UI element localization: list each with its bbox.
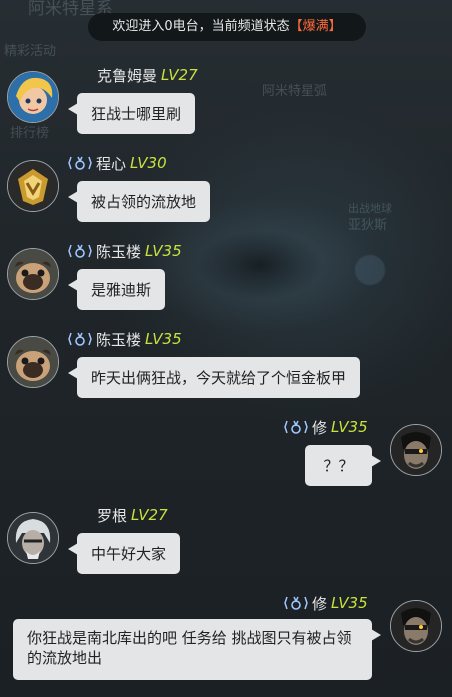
bg-label-adis: 亚狄斯 (348, 218, 388, 233)
sender-name-row: 陈玉楼 LV35 (68, 328, 182, 350)
sender-level: LV27 (131, 506, 168, 524)
chat-bubble[interactable]: 是雅迪斯 (67, 269, 166, 310)
channel-status-badge: 【爆满】 (289, 19, 342, 34)
sender-level: LV35 (331, 418, 368, 436)
dark-warrior-avatar[interactable] (390, 424, 442, 476)
sender-name[interactable]: 克鲁姆曼 (97, 65, 157, 86)
vip-badge-icon (68, 243, 92, 259)
white-hair-avatar[interactable] (7, 512, 59, 564)
sender-name[interactable]: 罗根 (97, 505, 127, 526)
chat-bubble[interactable]: 中午好大家 (67, 533, 181, 574)
sender-name-row: 修 LV35 (284, 592, 368, 614)
vip-badge-icon (284, 419, 308, 435)
sender-level: LV35 (331, 594, 368, 612)
bg-label-events: 精彩活动 (4, 44, 57, 59)
chat-bubble[interactable]: 被占领的流放地 (67, 181, 211, 222)
sender-level: LV35 (145, 242, 182, 260)
gold-crest-avatar[interactable] (7, 160, 59, 212)
chat-bubble[interactable]: 你狂战是南北库出的吧 任务给 挑战图只有被占领的流放地出 (13, 619, 381, 680)
sender-name[interactable]: 程心 (96, 153, 126, 174)
sender-name[interactable]: 修 (312, 593, 327, 614)
vip-badge-icon (68, 155, 92, 171)
sender-level: LV30 (130, 154, 167, 172)
channel-status-banner: 欢迎进入0电台，当前频道状态【爆满】 (88, 13, 366, 41)
sender-name-row: 程心 LV30 (68, 152, 167, 174)
sender-name-row: 陈玉楼 LV35 (68, 240, 182, 262)
pug-avatar[interactable] (7, 336, 59, 388)
blonde-hero-avatar[interactable] (7, 71, 59, 123)
bg-label-rank: 排行榜 (10, 126, 50, 141)
sender-name-row: 罗根 LV27 (97, 504, 168, 526)
chat-bubble[interactable]: ？？ (305, 445, 381, 486)
chat-bubble[interactable]: 昨天出俩狂战，今天就给了个恒金板甲 (67, 357, 361, 398)
sender-name[interactable]: 陈玉楼 (96, 329, 141, 350)
sender-name[interactable]: 修 (312, 417, 327, 438)
sender-level: LV27 (161, 66, 198, 84)
vip-badge-icon (284, 595, 308, 611)
bg-label-arc: 阿米特星弧 (262, 84, 328, 99)
dark-warrior-avatar[interactable] (390, 600, 442, 652)
pug-avatar[interactable] (7, 248, 59, 300)
banner-text: 欢迎进入0电台，当前频道状态 (112, 19, 290, 34)
sender-level: LV35 (145, 330, 182, 348)
sender-name[interactable]: 陈玉楼 (96, 241, 141, 262)
sender-name-row: 克鲁姆曼 LV27 (97, 64, 198, 86)
sender-name-row: 修 LV35 (284, 416, 368, 438)
vip-badge-icon (68, 331, 92, 347)
chat-bubble[interactable]: 狂战士哪里刷 (67, 93, 196, 134)
